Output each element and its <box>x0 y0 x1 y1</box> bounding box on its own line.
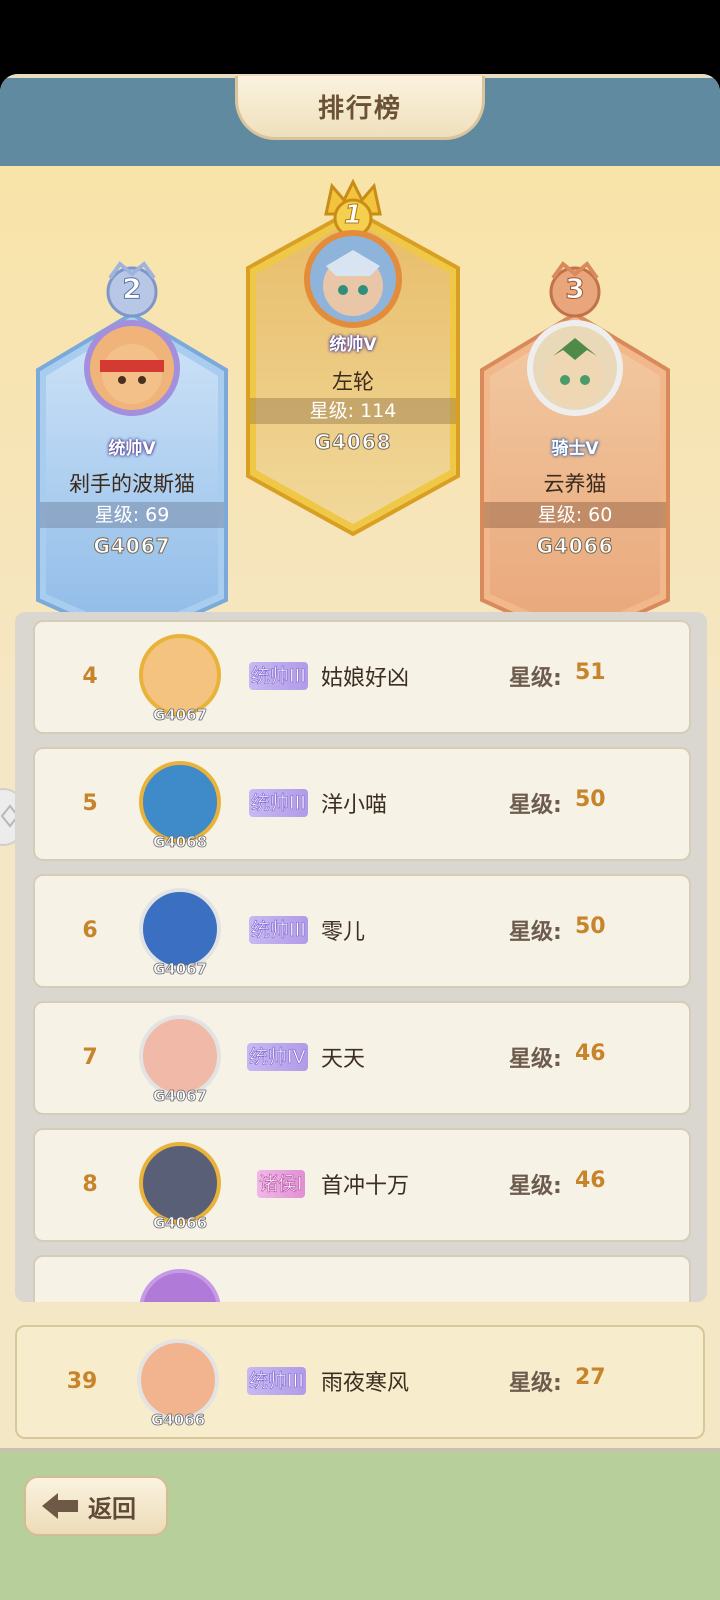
podium-name: 剁手的波斯猫 <box>69 472 195 496</box>
podium-rank-title: 统帅V <box>108 439 156 459</box>
row-star-label: 星级: <box>509 1174 562 1199</box>
row-server: G4066 <box>152 1214 208 1233</box>
row-player-name: 洋小喵 <box>321 793 388 818</box>
row-player-name: 首冲十万 <box>321 1174 410 1199</box>
row-star-value: 46 <box>575 1168 606 1193</box>
arrow-left-icon <box>42 1493 78 1519</box>
avatar <box>137 1339 219 1421</box>
row-star-label: 星级: <box>509 1047 562 1072</box>
cat-portrait-icon <box>100 344 164 404</box>
page-title: 排行榜 <box>317 94 402 124</box>
row-star-value: 50 <box>575 914 606 939</box>
podium-rank: 1 <box>343 200 363 231</box>
podium-star-level: 星级: 60 <box>484 502 666 528</box>
ranking-row[interactable]: 7 G4067 统帅IV 天天 星级: 46 <box>33 1001 691 1115</box>
podium-server: G4067 <box>93 534 171 559</box>
ranking-row[interactable]: 4 G4067 统帅III 姑娘好凶 星级: 51 <box>33 620 691 734</box>
ranking-row[interactable]: 5 G4068 统帅III 洋小喵 星级: 50 <box>33 747 691 861</box>
podium-rank-title: 统帅V <box>329 335 377 355</box>
my-server: G4066 <box>150 1411 206 1430</box>
ranking-row[interactable]: 6 G4067 统帅III 零儿 星级: 50 <box>33 874 691 988</box>
avatar <box>139 761 221 843</box>
podium-star-level: 星级: 114 <box>250 398 456 424</box>
footer: 返回 <box>0 1448 720 1600</box>
row-title-badge: 统帅III <box>249 789 308 817</box>
row-title-badge: 统帅III <box>249 916 308 944</box>
my-rank: 39 <box>66 1369 98 1394</box>
my-rank-row[interactable]: 39 G4066 统帅III 雨夜寒风 星级: 27 <box>15 1325 705 1439</box>
row-rank: 7 <box>82 1045 98 1070</box>
avatar <box>139 888 221 970</box>
cat-portrait-icon <box>323 250 383 316</box>
row-server: G4068 <box>152 833 208 852</box>
podium-third[interactable]: 3 骑士V 云养猫 星级: 60 G4066 <box>478 261 672 646</box>
podium-area: 2 统帅V 剁手的波斯猫 星级: 69 G4067 1 统帅V 左轮 星级: 1… <box>0 166 720 686</box>
back-button[interactable]: 返回 <box>24 1476 168 1536</box>
header: 排行榜 <box>0 74 720 166</box>
row-title-badge: 统帅III <box>249 662 308 690</box>
podium-second[interactable]: 2 统帅V 剁手的波斯猫 星级: 69 G4067 <box>34 261 230 646</box>
my-star-value: 27 <box>575 1365 606 1390</box>
leaderboard-window: 排行榜 2 统帅V 剁手的波斯猫 星级: 69 G4067 1 统帅V 左轮 星… <box>0 74 720 1600</box>
row-player-name: 姑娘好凶 <box>321 666 410 691</box>
row-rank: 5 <box>82 791 98 816</box>
row-star-value: 51 <box>575 660 606 685</box>
row-server: G4067 <box>152 1087 208 1106</box>
podium-first[interactable]: 1 统帅V 左轮 星级: 114 G4068 <box>244 178 462 538</box>
podium-rank: 2 <box>122 272 143 306</box>
podium-rank: 3 <box>565 272 586 306</box>
row-rank: 6 <box>82 918 98 943</box>
row-star-label: 星级: <box>509 666 562 691</box>
avatar <box>139 634 221 716</box>
row-title-badge: 诸侯I <box>257 1170 305 1198</box>
row-rank: 4 <box>82 664 98 689</box>
ranking-row[interactable]: 8 G4066 诸侯I 首冲十万 星级: 46 <box>33 1128 691 1242</box>
row-star-value: 46 <box>575 1041 606 1066</box>
avatar <box>527 320 623 416</box>
row-star-label: 星级: <box>509 920 562 945</box>
my-player-name: 雨夜寒风 <box>321 1371 410 1396</box>
podium-star-level: 星级: 69 <box>40 502 224 528</box>
avatar <box>139 1142 221 1224</box>
cat-portrait-icon <box>545 338 605 406</box>
row-player-name: 零儿 <box>321 920 366 945</box>
my-title-badge: 统帅III <box>247 1367 306 1395</box>
status-bar <box>0 0 720 74</box>
row-star-value: 50 <box>575 787 606 812</box>
row-star-label: 星级: <box>509 793 562 818</box>
avatar <box>84 320 180 416</box>
my-star-label: 星级: <box>509 1371 562 1396</box>
row-server: G4067 <box>152 960 208 979</box>
podium-server: G4066 <box>536 534 614 559</box>
row-server: G4067 <box>152 706 208 725</box>
title-plaque: 排行榜 <box>235 76 485 140</box>
row-player-name: 天天 <box>321 1047 366 1072</box>
podium-name: 左轮 <box>332 370 374 394</box>
podium-rank-title: 骑士V <box>551 439 599 459</box>
avatar <box>304 230 402 328</box>
podium-name: 云养猫 <box>543 472 607 496</box>
row-rank: 8 <box>82 1172 98 1197</box>
podium-server: G4068 <box>314 430 392 455</box>
back-label: 返回 <box>88 1494 136 1523</box>
avatar <box>139 1015 221 1097</box>
avatar <box>139 1269 221 1302</box>
ranking-row-partial[interactable] <box>33 1255 691 1302</box>
row-title-badge: 统帅IV <box>247 1043 308 1071</box>
ranking-list[interactable]: 4 G4067 统帅III 姑娘好凶 星级: 51 5 G4068 统帅III … <box>15 612 707 1302</box>
